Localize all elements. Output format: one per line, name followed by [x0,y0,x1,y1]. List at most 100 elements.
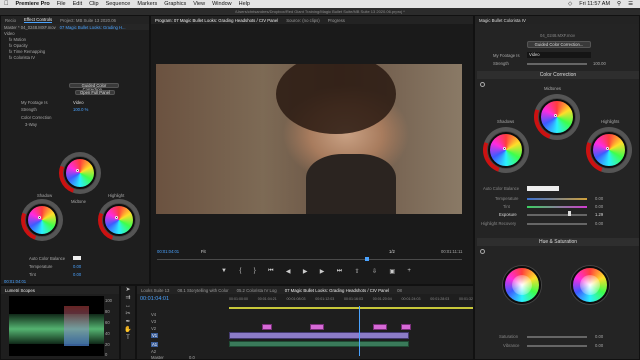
power-icon[interactable] [480,82,485,87]
step-back-icon[interactable]: ◀ [286,268,291,278]
menu-window[interactable]: Window [212,1,232,7]
temperature-slider[interactable] [527,198,587,200]
menu-help[interactable]: Help [239,1,250,7]
guided-cc-button[interactable]: Guided Color Correction... [69,83,119,92]
acb-swatch-right[interactable] [527,186,559,191]
exposure-knob[interactable] [568,211,571,216]
track-a1[interactable]: A1 [151,342,159,347]
footage-select-right[interactable]: Video [527,52,591,58]
menu-graphics[interactable]: Graphics [164,1,186,7]
play-icon[interactable]: ▶ [303,268,308,278]
highlight-recovery-value[interactable]: 0.00 [595,221,603,226]
video-clip[interactable] [229,332,409,339]
vibrance-slider[interactable] [527,345,587,347]
track-v1[interactable]: V1 [151,333,159,338]
menu-edit[interactable]: Edit [73,1,82,7]
colorista-row[interactable]: Colorista IV [13,55,35,60]
midtone-wheel[interactable] [59,152,101,194]
wifi-icon[interactable]: ◇ [568,1,572,7]
step-forward-icon[interactable]: ▶ [320,268,325,278]
razor-icon[interactable]: ✂ [121,310,135,318]
shadows-wheel[interactable] [483,127,529,173]
menu-file[interactable]: File [57,1,66,7]
lift-icon[interactable]: ⇧ [355,268,360,278]
tint-value[interactable]: 0.00 [73,272,81,277]
marker-icon[interactable]: ▼ [221,268,227,278]
tab-recio[interactable]: Recio [5,18,16,23]
footage-select[interactable]: Video [73,100,84,105]
shadows-puck[interactable] [503,147,506,150]
adjustment-clip[interactable] [262,324,272,330]
track-master[interactable]: Master [151,355,164,359]
tint-value-right[interactable]: 0.00 [595,204,603,209]
adjustment-clip[interactable] [310,324,324,330]
highlight-puck[interactable] [115,216,118,219]
extract-icon[interactable]: ⇩ [372,268,377,278]
ripple-edit-icon[interactable]: ↔ [121,302,135,310]
type-tool-icon[interactable]: T [121,334,135,342]
adjustment-clip[interactable] [401,324,411,330]
playhead-line[interactable] [359,306,360,356]
playhead-marker[interactable] [365,257,369,261]
hue-sat-header[interactable]: Hue & Saturation [477,238,639,246]
tab-colorista-log[interactable]: 05.2 Colorista IV Log [237,288,277,293]
adjustment-clip[interactable] [373,324,387,330]
motion-row[interactable]: Motion [13,37,26,42]
exposure-value[interactable]: 1.29 [595,212,603,217]
track-select-icon[interactable]: ⇉ [121,294,135,302]
highlight-wheel[interactable] [98,199,140,241]
program-timecode[interactable]: 00:01:04:01 [157,249,179,254]
saturation-value[interactable]: 0.00 [595,334,603,339]
exposure-slider[interactable] [527,214,587,216]
midtone-puck[interactable] [76,169,79,172]
guided-cc-button-right[interactable]: Guided Color Correction... [527,41,591,48]
video-frame[interactable] [156,64,462,214]
menu-icon[interactable]: ☰ [628,1,633,7]
acb-swatch[interactable] [73,256,81,260]
tint-slider[interactable] [527,206,587,208]
tab-grading-headshots[interactable]: 07 Magic Bullet Looks: Grading Headshots… [285,288,389,293]
master-value[interactable]: 0.0 [189,355,195,359]
export-frame-icon[interactable]: ▣ [389,268,395,278]
color-correction-header[interactable]: Color Correction [477,71,639,79]
tab-storytelling[interactable]: 08.1 Storytelling with Color [177,288,228,293]
tab-looks-suite[interactable]: Looks Suite 13 [141,288,169,293]
power-icon[interactable] [480,249,485,254]
tab-08[interactable]: 08 [397,288,402,293]
open-full-panel-button[interactable]: Open Full Panel [75,90,115,95]
temp-value[interactable]: 0.00 [73,264,81,269]
tab-effect-controls[interactable]: Effect Controls [24,17,53,23]
vibrance-value[interactable]: 0.00 [595,343,603,348]
time-remap-row[interactable]: Time Remapping [13,49,45,54]
track-v3[interactable]: V3 [151,319,156,324]
menu-view[interactable]: View [193,1,205,7]
go-to-in-icon[interactable]: ⏮ [268,268,273,278]
menu-clip[interactable]: Clip [89,1,98,7]
timeline-timecode[interactable]: 00:01:04:01 [140,296,169,302]
opacity-row[interactable]: Opacity [13,43,27,48]
shadow-puck[interactable] [38,216,41,219]
apple-icon[interactable]:  [4,1,9,7]
hand-tool-icon[interactable]: ✋ [121,326,135,334]
settings-icon[interactable]: + [407,268,411,278]
sequence-clip-label[interactable]: 07 Magic Bullet Looks: Grading H... [60,25,126,30]
search-icon[interactable]: ⚲ [617,1,621,7]
midtones-wheel[interactable] [534,94,580,140]
strength-value-right[interactable]: 100.00 [593,61,606,66]
program-scrubber[interactable] [157,259,462,260]
shadow-wheel[interactable] [21,199,63,241]
resolution-select[interactable]: 1/2 [389,249,395,254]
strength-value[interactable]: 100.0 % [73,107,88,112]
highlight-recovery-slider[interactable] [527,223,587,225]
menu-sequence[interactable]: Sequence [106,1,131,7]
track-v2[interactable]: V2 [151,326,156,331]
go-to-out-icon[interactable]: ⏭ [337,268,342,278]
tab-lumetri[interactable]: Lumetri Scopes [5,288,35,293]
tab-program[interactable]: Program: 07 Magic Bullet Looks: Grading … [155,18,278,23]
midtones-puck[interactable] [554,114,557,117]
temperature-value[interactable]: 0.00 [595,196,603,201]
mark-in-icon[interactable]: { [239,268,241,278]
track-v4[interactable]: V4 [151,312,156,317]
app-name[interactable]: Premiere Pro [16,1,50,7]
highlights-wheel[interactable] [586,127,632,173]
